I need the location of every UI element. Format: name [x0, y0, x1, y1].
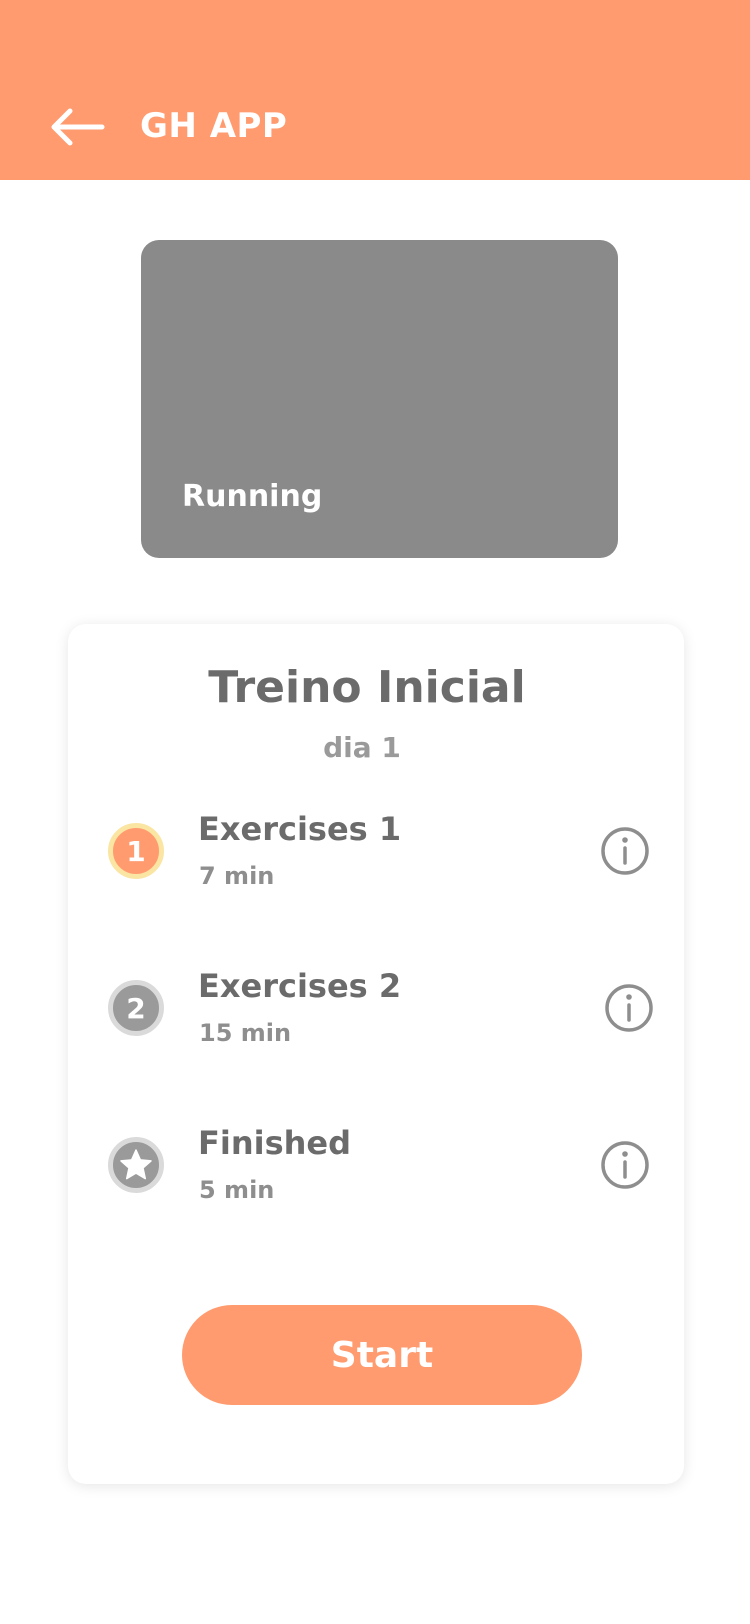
activity-image-card[interactable]: Running	[141, 240, 618, 558]
step-star-badge	[108, 1137, 164, 1193]
back-button[interactable]	[44, 98, 110, 156]
star-icon	[120, 1149, 152, 1180]
app-header: GH APP	[0, 0, 750, 180]
arrow-left-icon	[51, 108, 105, 146]
workout-day: dia 1	[323, 731, 401, 764]
step-item[interactable]: 1 Exercises 1 7 min	[68, 804, 684, 904]
step-item[interactable]: Finished 5 min	[68, 1118, 684, 1218]
step-duration: 15 min	[199, 1019, 292, 1047]
step-number-badge: 1	[108, 823, 164, 879]
step-name: Exercises 2	[198, 967, 402, 1005]
workout-title: Treino Inicial	[208, 662, 526, 713]
step-number-badge: 2	[108, 980, 164, 1036]
step-name: Exercises 1	[198, 810, 402, 848]
workout-card: Treino Inicial dia 1 1 Exercises 1 7 min…	[68, 624, 684, 1484]
app-title: GH APP	[140, 106, 288, 146]
info-icon[interactable]	[599, 825, 651, 877]
step-name: Finished	[198, 1124, 352, 1162]
step-duration: 5 min	[199, 1176, 275, 1204]
activity-label: Running	[182, 479, 323, 514]
info-icon[interactable]	[603, 982, 655, 1034]
info-icon[interactable]	[599, 1139, 651, 1191]
step-duration: 7 min	[199, 862, 275, 890]
start-button[interactable]: Start	[182, 1305, 582, 1405]
step-item[interactable]: 2 Exercises 2 15 min	[68, 961, 684, 1061]
